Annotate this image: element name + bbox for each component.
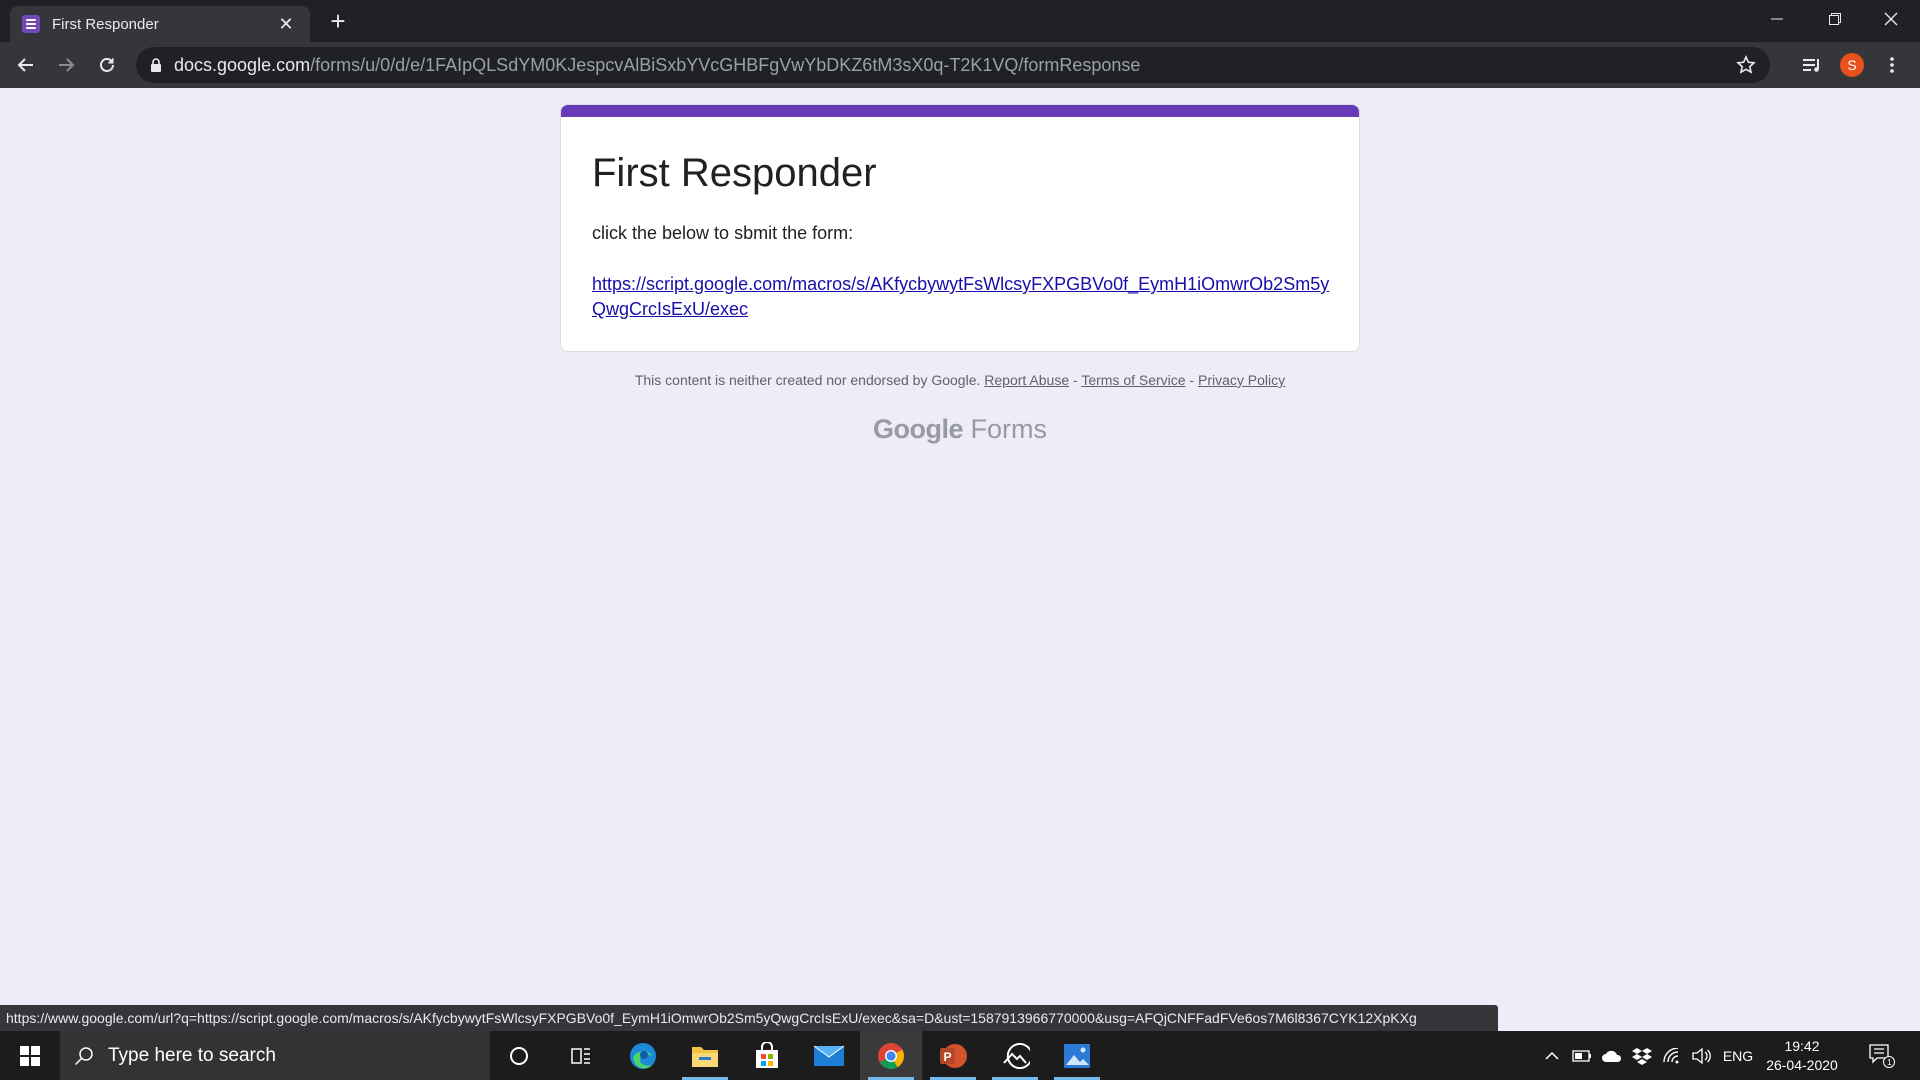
report-abuse-link[interactable]: Report Abuse [984, 372, 1069, 388]
form-response-card: First Responder click the below to sbmit… [560, 104, 1360, 352]
windows-logo-icon [20, 1045, 40, 1066]
cloud-icon [1602, 1050, 1622, 1062]
show-hidden-icons-button[interactable] [1538, 1031, 1566, 1080]
reload-button[interactable] [91, 49, 123, 81]
browser-title-bar: First Responder ✕ + [0, 0, 1920, 42]
url-host: docs.google.com [174, 54, 311, 75]
google-forms-favicon-icon [22, 15, 40, 33]
minimize-icon [1771, 18, 1783, 20]
taskbar-file-explorer[interactable] [674, 1031, 736, 1080]
restore-button[interactable] [1806, 0, 1864, 38]
google-forms-logo[interactable]: Google Forms [560, 414, 1360, 445]
privacy-policy-link[interactable]: Privacy Policy [1198, 372, 1285, 388]
close-icon [1884, 12, 1898, 26]
form-description: click the below to sbmit the form: [592, 223, 854, 243]
restore-icon [1829, 13, 1841, 25]
tab-first-responder[interactable]: First Responder ✕ [10, 6, 310, 42]
new-tab-button[interactable]: + [322, 6, 354, 38]
logo-google-text: Google [872, 414, 964, 444]
taskbar-edge[interactable] [612, 1031, 674, 1080]
powerpoint-icon: P [940, 1043, 967, 1068]
edge-icon [630, 1042, 656, 1069]
input-language-button[interactable]: ENG [1718, 1031, 1758, 1080]
separator: - [1185, 372, 1199, 388]
taskbar-store[interactable] [736, 1031, 798, 1080]
chrome-icon [878, 1042, 905, 1069]
close-window-button[interactable] [1862, 0, 1920, 38]
tab-title: First Responder [52, 15, 159, 33]
windows-taskbar: Type here to search P ENG 19:42 26-04-20… [0, 1031, 1920, 1080]
arrow-left-icon [17, 58, 33, 72]
minimize-button[interactable] [1748, 0, 1806, 38]
taskbar-mail[interactable] [798, 1031, 860, 1080]
avatar: S [1840, 53, 1864, 77]
arrow-right-icon [59, 58, 75, 72]
back-button[interactable] [10, 49, 42, 81]
link-status-bar: https://www.google.com/url?q=https://scr… [0, 1005, 1498, 1031]
form-title: First Responder [592, 151, 877, 195]
taskbar-photos-editor[interactable] [984, 1031, 1046, 1080]
bookmark-star-button[interactable] [1736, 55, 1756, 80]
task-view-icon [571, 1047, 590, 1064]
logo-forms-text: Forms [970, 414, 1048, 444]
script-link[interactable]: https://script.google.com/macros/s/AKfyc… [592, 272, 1332, 322]
network-button[interactable] [1658, 1031, 1686, 1080]
notification-icon: 1 [1869, 1043, 1895, 1068]
separator: - [1069, 372, 1082, 388]
taskbar-photos[interactable] [1046, 1031, 1108, 1080]
wifi-icon [1663, 1047, 1679, 1063]
url-path: /forms/u/0/d/e/1FAIpQLSdYM0KJespcvAlBiSx… [310, 54, 1141, 75]
tab-close-icon[interactable]: ✕ [274, 14, 298, 35]
taskbar-chrome[interactable] [860, 1031, 922, 1080]
search-placeholder: Type here to search [108, 1044, 276, 1066]
taskbar-clock[interactable]: 19:42 26-04-2020 [1760, 1037, 1844, 1075]
mountain-camera-icon [1003, 1042, 1030, 1069]
disclaimer-text: This content is neither created nor endo… [634, 372, 981, 388]
svg-text:P: P [944, 1050, 952, 1064]
speaker-icon [1692, 1047, 1711, 1064]
clock-time: 19:42 [1784, 1038, 1820, 1054]
profile-button[interactable]: S [1836, 49, 1868, 81]
footer-disclaimer: This content is neither created nor endo… [560, 372, 1360, 388]
forward-button[interactable] [50, 49, 82, 81]
notification-count: 1 [1887, 1058, 1892, 1067]
terms-of-service-link[interactable]: Terms of Service [1081, 372, 1185, 388]
battery-button[interactable] [1568, 1031, 1596, 1080]
reload-icon [100, 58, 114, 72]
folder-icon [692, 1046, 718, 1067]
playlist-icon [1803, 59, 1819, 72]
card-accent-bar [561, 105, 1359, 117]
onedrive-button[interactable] [1598, 1031, 1626, 1080]
browser-menu-button[interactable] [1876, 49, 1908, 81]
taskbar-powerpoint[interactable]: P [922, 1031, 984, 1080]
clock-date: 26-04-2020 [1766, 1057, 1838, 1073]
dropbox-icon [1632, 1047, 1652, 1065]
media-control-button[interactable] [1796, 49, 1828, 81]
volume-button[interactable] [1688, 1031, 1716, 1080]
lock-icon [151, 57, 161, 72]
cortana-icon [510, 1046, 528, 1065]
search-icon [74, 1046, 93, 1065]
taskbar-search-box[interactable]: Type here to search [60, 1031, 490, 1080]
star-icon [1736, 55, 1756, 74]
battery-icon [1572, 1049, 1591, 1062]
dropbox-button[interactable] [1628, 1031, 1656, 1080]
address-bar[interactable]: docs.google.com/forms/u/0/d/e/1FAIpQLSdY… [136, 47, 1770, 83]
action-center-button[interactable]: 1 [1862, 1031, 1902, 1080]
cortana-button[interactable] [488, 1031, 550, 1080]
store-bag-icon [756, 1041, 778, 1068]
task-view-button[interactable] [550, 1031, 612, 1080]
start-button[interactable] [0, 1031, 60, 1080]
chevron-up-icon [1545, 1051, 1559, 1060]
photos-icon [1064, 1043, 1090, 1068]
mail-icon [813, 1045, 845, 1066]
browser-toolbar: docs.google.com/forms/u/0/d/e/1FAIpQLSdY… [0, 42, 1920, 88]
more-vert-icon [1890, 57, 1894, 73]
